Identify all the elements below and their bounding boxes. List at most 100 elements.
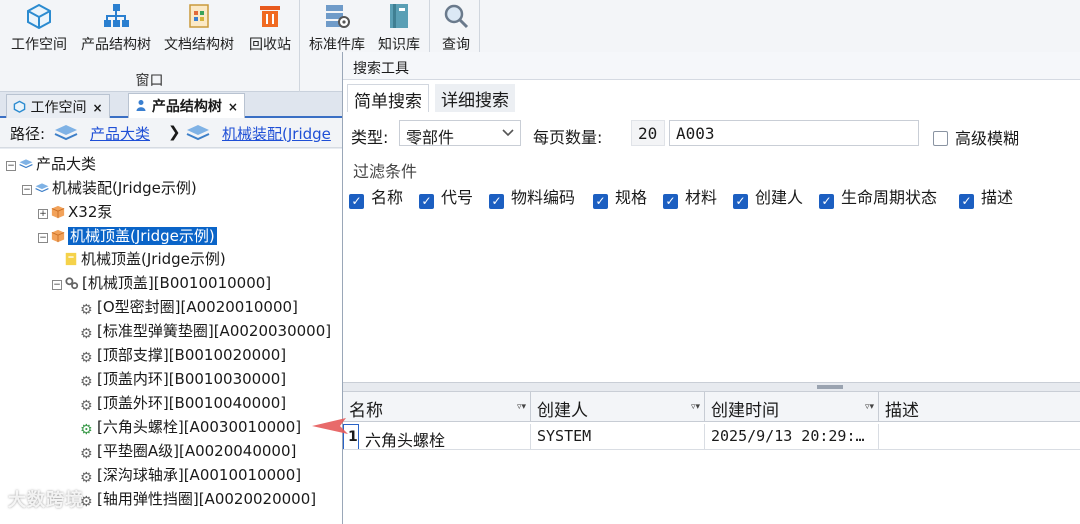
tree-node-label: [顶部支撑][B0010020000]	[97, 346, 287, 364]
checkbox-checked-icon[interactable]: ✓	[819, 194, 834, 209]
filter-sort-icon[interactable]: ▿▾	[865, 402, 874, 412]
filter-material-code[interactable]: ✓ 物料编码	[489, 184, 575, 209]
recycle-bin-button-label: 回收站	[249, 37, 291, 53]
collapse-icon[interactable]: −	[52, 280, 62, 290]
tree-node-part[interactable]: ⚙ [顶盖内环][B0010030000]	[80, 368, 286, 390]
tab-product-tree[interactable]: 产品结构树 ×	[128, 93, 245, 118]
filter-material[interactable]: ✓ 材料	[663, 184, 717, 209]
type-label: 类型:	[351, 128, 389, 147]
document-tree-button[interactable]: 文档结构树	[160, 2, 238, 54]
column-header-label: 创建时间	[711, 401, 779, 421]
close-icon[interactable]: ×	[92, 101, 102, 115]
tree-node-bom[interactable]: − [机械顶盖][B0010010000]	[52, 272, 271, 294]
search-tool-window: 搜索工具 简单搜索 详细搜索 类型: 零部件 每页数量: 20 A003 高级模…	[342, 52, 1080, 524]
collapse-icon[interactable]: −	[38, 233, 48, 243]
checkbox-checked-icon[interactable]: ✓	[733, 194, 748, 209]
panel-splitter[interactable]	[343, 382, 1080, 392]
tree-node-label: 机械装配(Jridge示例)	[52, 179, 197, 197]
tab-simple-search[interactable]: 简单搜索	[347, 84, 429, 112]
annotation-arrow-icon	[312, 418, 348, 434]
fuzzy-search-option[interactable]: 高级模糊	[933, 125, 1019, 149]
checkbox-checked-icon[interactable]: ✓	[419, 194, 434, 209]
tree-node-label: [六角头螺栓][A0030010000]	[97, 418, 302, 436]
person-icon	[136, 100, 146, 111]
column-header-description[interactable]: 描述	[879, 392, 1080, 422]
product-tree-button[interactable]: 产品结构树	[78, 2, 154, 54]
filter-description[interactable]: ✓ 描述	[959, 184, 1013, 209]
fuzzy-label: 高级模糊	[955, 129, 1020, 148]
filter-spec[interactable]: ✓ 规格	[593, 184, 647, 209]
table-row[interactable]: 六角头螺栓 SYSTEM 2025/9/13 20:29:…	[343, 424, 1080, 450]
filter-name[interactable]: ✓ 名称	[349, 184, 403, 209]
tab-workspace-label: 工作空间	[30, 100, 87, 116]
column-header-name[interactable]: 名称 ▿▾	[343, 392, 531, 422]
type-select[interactable]: 零部件	[399, 120, 521, 147]
page-size-input[interactable]: 20	[631, 120, 665, 146]
breadcrumb-item-product-category[interactable]: 产品大类	[90, 123, 150, 144]
column-header-created-time[interactable]: 创建时间 ▿▾	[705, 392, 879, 422]
filter-code[interactable]: ✓ 代号	[419, 184, 473, 209]
gear-icon: ⚙	[80, 302, 93, 318]
tree-node-label: [轴用弹性挡圈][A0020020000]	[97, 490, 317, 508]
fuzzy-checkbox[interactable]	[933, 131, 948, 146]
tree-node-label: [平垫圈A级][A0020040000]	[97, 442, 297, 460]
checkbox-checked-icon[interactable]: ✓	[663, 194, 678, 209]
tree-node-assembly[interactable]: − 机械装配(Jridge示例)	[22, 177, 197, 199]
filter-sort-icon[interactable]: ▿▾	[691, 402, 700, 412]
search-query-input[interactable]: A003	[669, 120, 919, 146]
standard-parts-button-label: 标准件库	[309, 37, 365, 53]
cell-creator[interactable]: SYSTEM	[531, 424, 705, 450]
document-tree-icon	[189, 4, 209, 28]
splitter-grip[interactable]	[817, 385, 843, 389]
cell-name[interactable]: 六角头螺栓	[359, 424, 531, 450]
tree-node-top-cover[interactable]: − 机械顶盖(Jridge示例)	[38, 225, 217, 247]
checkbox-checked-icon[interactable]: ✓	[489, 194, 504, 209]
tree-node-part[interactable]: ⚙ [六角头螺栓][A0030010000]	[80, 416, 301, 438]
workspace-button[interactable]: 工作空间	[8, 2, 70, 54]
expand-icon[interactable]: +	[38, 209, 48, 219]
tree-node-part[interactable]: ⚙ [平垫圈A级][A0020040000]	[80, 440, 296, 462]
tree-node-part[interactable]: ⚙ [O型密封圈][A0020010000]	[80, 296, 298, 318]
checkbox-checked-icon[interactable]: ✓	[959, 194, 974, 209]
gear-icon: ⚙	[80, 446, 93, 462]
filter-label: 描述	[981, 188, 1014, 207]
tree-node-part[interactable]: ⚙ [深沟球轴承][A0010010000]	[80, 464, 301, 486]
standard-parts-button[interactable]: 标准件库	[306, 2, 368, 54]
box-icon	[51, 229, 65, 243]
filter-lifecycle[interactable]: ✓ 生命周期状态	[819, 184, 937, 209]
collapse-icon[interactable]: −	[6, 161, 16, 171]
cell-description[interactable]	[879, 424, 1080, 450]
checkbox-checked-icon[interactable]: ✓	[349, 194, 364, 209]
search-tool-title: 搜索工具	[343, 52, 1080, 80]
tree-node-root[interactable]: − 产品大类	[6, 153, 96, 175]
results-grid-header: 名称 ▿▾ 创建人 ▿▾ 创建时间 ▿▾ 描述	[343, 392, 1080, 422]
tree-node-label: 产品大类	[36, 155, 97, 173]
collapse-icon[interactable]: −	[22, 185, 32, 195]
checkbox-checked-icon[interactable]: ✓	[593, 194, 608, 209]
tree-node-label: [顶盖外环][B0010040000]	[97, 394, 287, 412]
filter-sort-icon[interactable]: ▿▾	[517, 402, 526, 412]
breadcrumb-item-assembly[interactable]: 机械装配(Jridge	[222, 123, 331, 144]
tab-workspace[interactable]: 工作空间 ×	[6, 94, 110, 118]
type-select-value: 零部件	[406, 128, 455, 147]
tree-node-part[interactable]: ⚙ [顶盖外环][B0010040000]	[80, 392, 286, 414]
tree-node-pump[interactable]: + X32泵	[38, 201, 112, 223]
cell-created-time[interactable]: 2025/9/13 20:29:…	[705, 424, 879, 450]
layers-icon	[54, 125, 78, 141]
tab-detail-search[interactable]: 详细搜索	[435, 84, 515, 112]
knowledge-base-button[interactable]: 知识库	[372, 2, 426, 54]
filter-label: 物料编码	[511, 188, 576, 207]
tree-node-document[interactable]: 机械顶盖(Jridge示例)	[64, 248, 226, 270]
tree-node-part[interactable]: ⚙ [轴用弹性挡圈][A0020020000]	[80, 488, 316, 510]
tree-node-part[interactable]: ⚙ [标准型弹簧垫圈][A0020030000]	[80, 320, 331, 342]
recycle-bin-button[interactable]: 回收站	[244, 2, 296, 54]
book-icon	[390, 4, 408, 28]
column-header-creator[interactable]: 创建人 ▿▾	[531, 392, 705, 422]
filter-creator[interactable]: ✓ 创建人	[733, 184, 803, 209]
close-icon[interactable]: ×	[228, 100, 238, 114]
org-tree-icon	[104, 4, 129, 27]
query-button[interactable]: 查询	[436, 2, 476, 54]
filter-label: 生命周期状态	[841, 188, 938, 207]
tree-node-part[interactable]: ⚙ [顶部支撑][B0010020000]	[80, 344, 286, 366]
document-tab-strip: 工作空间 × 产品结构树 ×	[0, 92, 342, 118]
